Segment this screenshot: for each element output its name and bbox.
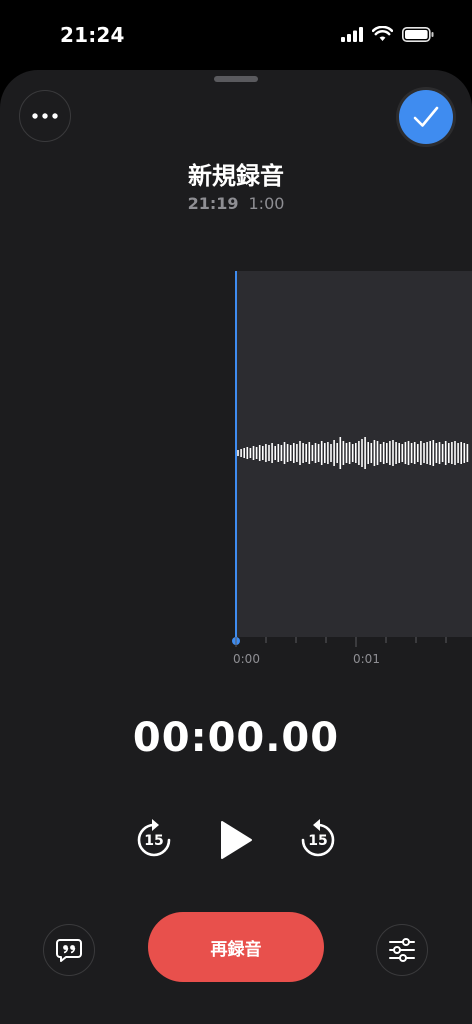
status-time: 21:24: [60, 23, 125, 47]
sliders-icon: [389, 938, 415, 962]
recording-meta: 21:19 1:00: [0, 194, 472, 213]
signal-icon: [341, 26, 363, 42]
done-button[interactable]: [399, 90, 453, 144]
checkmark-icon: [413, 106, 439, 127]
recording-duration: 1:00: [248, 194, 285, 213]
recording-sheet: 新規録音 21:19 1:00 0:00 0:01 00:00.00 15 15…: [0, 70, 472, 1024]
elapsed-time: 00:00.00: [132, 715, 340, 761]
battery-icon: [402, 26, 434, 42]
transport-controls: 15 15: [0, 815, 472, 865]
tick-label: 0:01: [353, 652, 380, 666]
rerecord-button[interactable]: 再録音: [148, 912, 324, 982]
more-options-button[interactable]: [19, 90, 71, 142]
status-bar: 21:24: [0, 0, 472, 70]
wifi-icon: [372, 26, 393, 41]
tick-label: 0:00: [233, 652, 260, 666]
waveform[interactable]: [0, 271, 472, 651]
status-icons: [341, 26, 434, 42]
skip-forward-amount: 15: [308, 833, 328, 849]
ruler-ticks: [235, 637, 447, 647]
recording-date: 21:19: [187, 194, 239, 213]
skip-forward-button[interactable]: 15: [296, 815, 340, 865]
skip-back-button[interactable]: 15: [132, 815, 176, 865]
waveform-bars: [237, 437, 469, 469]
quote-bubble-icon: [56, 939, 82, 962]
settings-button[interactable]: [376, 924, 428, 976]
play-icon: [221, 821, 252, 859]
transcript-button[interactable]: [43, 924, 95, 976]
sheet-grabber[interactable]: [214, 76, 258, 82]
skip-back-amount: 15: [144, 833, 164, 849]
play-button[interactable]: [214, 815, 258, 865]
recording-title[interactable]: 新規録音: [0, 156, 472, 191]
ellipsis-icon: [32, 113, 58, 119]
voice-memos-screen: 21:24 新規録音 21:19 1:00 0:00 0:01 00:00.00…: [0, 0, 472, 1024]
